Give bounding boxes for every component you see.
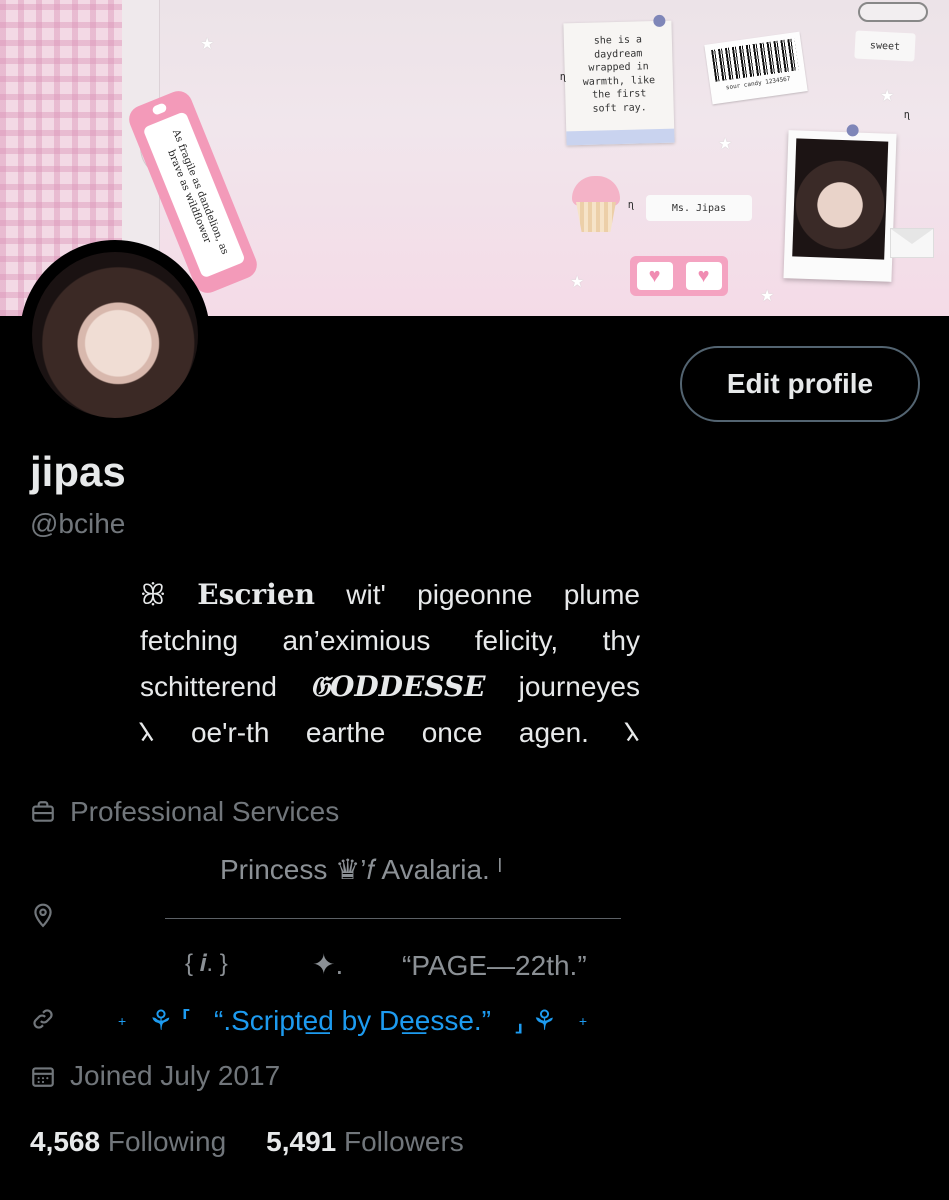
edit-profile-button[interactable]: Edit profile bbox=[680, 346, 920, 422]
following-label: Following bbox=[107, 1126, 227, 1157]
portrait-photo bbox=[792, 138, 889, 260]
profile-avatar[interactable] bbox=[20, 240, 210, 430]
daydream-note: she is a daydream wrapped in warmth, lik… bbox=[563, 14, 675, 146]
following-count: 4,568 bbox=[30, 1126, 101, 1157]
bio-word: journeyes bbox=[518, 671, 640, 702]
bio-word: felicity, bbox=[474, 625, 559, 656]
link-plus: + bbox=[578, 1012, 587, 1029]
sparkle-icon: ✦. bbox=[312, 949, 344, 980]
category-label: Professional Services bbox=[70, 796, 340, 827]
gate-icon: 𐰳 bbox=[625, 718, 640, 748]
star-icon: ★ bbox=[880, 88, 895, 105]
bio-word: once bbox=[421, 717, 483, 748]
bio-word: earthe bbox=[305, 717, 386, 748]
tag-text: As fragile as dandelion, as brave as wil… bbox=[165, 128, 231, 257]
link-plus: + bbox=[118, 1012, 127, 1029]
bio-word: fetching bbox=[140, 625, 239, 656]
polaroid-photo bbox=[783, 124, 897, 282]
bio-line-2: fetching an’eximious felicity, thy bbox=[140, 618, 640, 664]
bio-line-3: schitterend 𝔊ODDESSE journeyes bbox=[140, 664, 640, 710]
followers-count: 5,491 bbox=[266, 1126, 337, 1157]
link-row bbox=[30, 1006, 56, 1032]
cloud-icon: ꕥ bbox=[140, 579, 166, 610]
bio-word: oe'r-th bbox=[190, 717, 270, 748]
followers-stat[interactable]: 5,491 Followers bbox=[266, 1126, 464, 1158]
location-row bbox=[30, 902, 56, 928]
tag-hole bbox=[151, 102, 168, 116]
calendar-icon bbox=[32, 1067, 54, 1087]
heart-icon: ♥ bbox=[636, 262, 673, 290]
joined-row: Joined July 2017 bbox=[30, 1060, 280, 1092]
bio-word: thy bbox=[602, 625, 640, 656]
display-name: jipas bbox=[30, 448, 126, 495]
bio-word: an’eximious bbox=[282, 625, 431, 656]
bio-word: Escrien bbox=[197, 578, 315, 611]
avatar-photo bbox=[28, 248, 202, 422]
category-row: Professional Services bbox=[30, 796, 339, 828]
link-open-glyph: ⚘ ⸢ bbox=[148, 1005, 192, 1036]
gate-icon: 𐰳 bbox=[140, 718, 155, 748]
envelope-icon bbox=[890, 228, 934, 258]
location-line-1: Princess ♛’𝑓 Avalaria. ˡ bbox=[220, 854, 503, 885]
hearts-sticker: ♥ ♥ bbox=[630, 256, 728, 296]
profile-link[interactable]: + ⚘ ⸢ “.Scripte͟d by De͟esse.” ⸥ ⚘ + bbox=[118, 1004, 587, 1037]
n-glyph-icon: ɳ bbox=[560, 70, 567, 83]
location-divider bbox=[165, 918, 621, 919]
heart-icon: ♥ bbox=[685, 262, 722, 290]
follow-stats: 4,568 Following 5,491 Followers bbox=[30, 1126, 464, 1158]
location-index: { 𝒊. } bbox=[185, 950, 228, 977]
cupcake-frosting bbox=[572, 176, 620, 206]
bio-line-4: 𐰳 oe'r-th earthe once agen. 𐰳 bbox=[140, 710, 640, 756]
star-icon: ★ bbox=[718, 136, 733, 153]
bio-word: pigeonne bbox=[417, 579, 533, 610]
bio-word: agen. bbox=[518, 717, 589, 748]
pin-icon bbox=[653, 14, 666, 28]
location-pin-icon bbox=[34, 903, 52, 928]
bio-word: plume bbox=[563, 579, 640, 610]
bio-word: schitterend bbox=[140, 671, 277, 702]
star-icon: ★ bbox=[760, 288, 775, 305]
pill-sticker bbox=[858, 2, 928, 22]
bio: ꕥ Escrien wit' pigeonne plume fetching a… bbox=[140, 572, 640, 756]
cupcake-wrapper bbox=[576, 202, 616, 232]
cupcake-icon bbox=[566, 168, 626, 234]
n-glyph-icon: ɳ bbox=[628, 198, 635, 211]
link-icon bbox=[33, 1009, 53, 1029]
location-page: “PAGE—22th.” bbox=[402, 950, 587, 981]
following-stat[interactable]: 4,568 Following bbox=[30, 1126, 226, 1158]
star-icon: ★ bbox=[200, 36, 215, 53]
name-tag: Ms. Jipas bbox=[646, 195, 752, 221]
sweet-label: sweet bbox=[854, 30, 916, 62]
user-handle: @bcihe bbox=[30, 508, 126, 539]
bio-word: 𝔊ODDESSE bbox=[310, 670, 486, 703]
star-icon: ★ bbox=[570, 274, 585, 291]
note-text: she is a daydream wrapped in warmth, lik… bbox=[582, 34, 656, 115]
joined-date: Joined July 2017 bbox=[70, 1060, 281, 1091]
bio-line-1: ꕥ Escrien wit' pigeonne plume bbox=[140, 572, 640, 618]
barcode-sticker: sour candy 1234567 bbox=[704, 31, 808, 105]
followers-label: Followers bbox=[344, 1126, 464, 1157]
briefcase-icon bbox=[32, 801, 54, 822]
link-close-glyph: ⸥ ⚘ bbox=[513, 1005, 557, 1036]
bio-word: wit' bbox=[346, 579, 386, 610]
pin-icon bbox=[846, 124, 859, 137]
link-text: “.Scripte͟d by De͟esse.” bbox=[214, 1004, 491, 1036]
n-glyph-icon: ɳ bbox=[904, 108, 911, 121]
